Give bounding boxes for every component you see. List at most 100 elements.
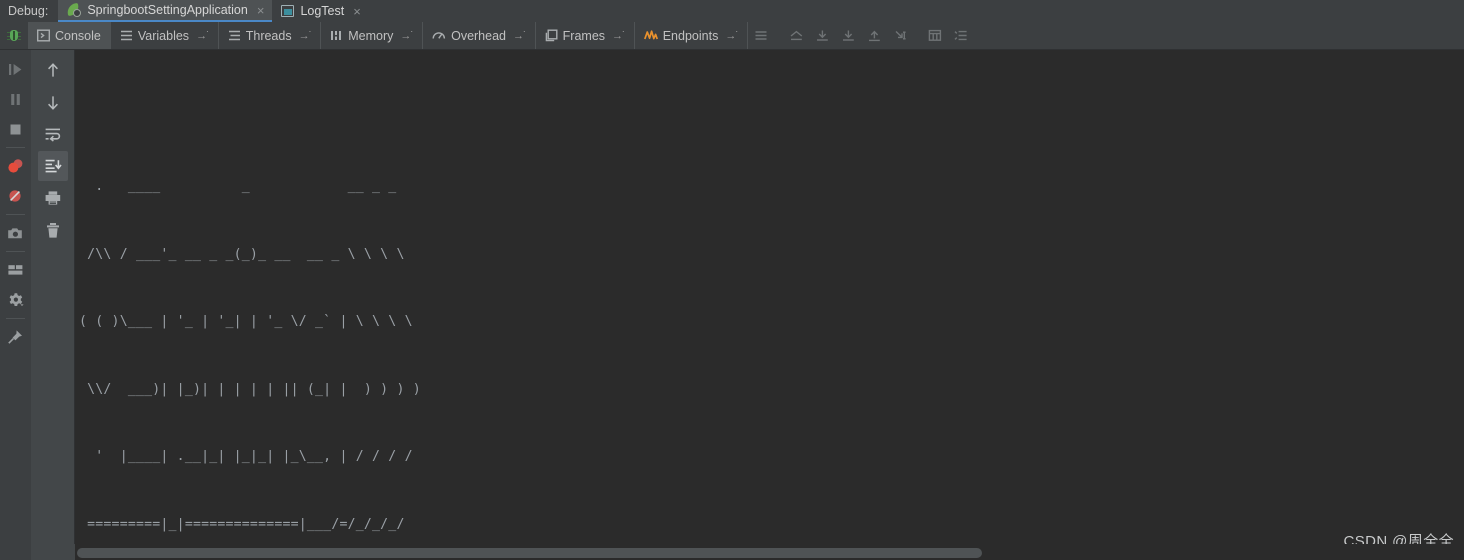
evaluate-expression-icon [928, 29, 942, 41]
pin-icon [8, 330, 22, 344]
run-to-cursor-icon [895, 30, 906, 40]
threads-icon [228, 30, 240, 41]
restore-layout-icon [8, 265, 23, 275]
tab-endpoints-label: Endpoints [662, 28, 719, 43]
frames-icon [545, 29, 558, 42]
run-tab-strip: Debug: SpringbootSettingApplication × Lo… [0, 0, 1464, 22]
step-out-icon [868, 30, 880, 42]
scroll-to-end-button[interactable] [37, 151, 68, 181]
idea-debug-window: Debug: SpringbootSettingApplication × Lo… [0, 0, 1464, 560]
evaluate-expression-button[interactable] [922, 22, 948, 50]
banner-line: ' |____| .__|_| |_|_| |_\__, | / / / / [79, 449, 413, 464]
toolbar-actions [748, 22, 974, 49]
resume-program-icon [9, 63, 22, 75]
endpoints-icon [643, 30, 658, 40]
layout-settings-icon [755, 31, 767, 40]
settings-gear-icon [9, 293, 24, 306]
tab-overhead[interactable]: Overhead →˙ [423, 22, 536, 49]
pin-arrow-icon[interactable]: →˙ [723, 30, 739, 42]
close-icon[interactable]: × [350, 5, 361, 18]
spring-leaf-icon [66, 2, 82, 17]
console-content: . ____ _ __ _ _ /\\ / ___'_ __ _ _(_)_ _… [75, 50, 1464, 544]
step-into-button[interactable] [835, 22, 861, 50]
debugger-icon [0, 22, 28, 49]
tab-memory-label: Memory [348, 28, 394, 43]
tab-threads-label: Threads [245, 28, 292, 43]
scroll-down-icon [47, 95, 58, 110]
tab-console[interactable]: Console [28, 22, 111, 49]
run-to-cursor-button[interactable] [887, 22, 913, 50]
step-over-button[interactable] [809, 22, 835, 50]
console-output-panel[interactable]: . ____ _ __ _ _ /\\ / ___'_ __ _ _(_)_ _… [75, 50, 1464, 544]
banner-line: ( ( )\___ | '_ | '_| | '_ \/ _` | \ \ \ … [79, 314, 413, 329]
scroll-up-button[interactable] [38, 55, 68, 85]
close-icon[interactable]: × [254, 4, 265, 17]
run-tab-logtest[interactable]: LogTest × [272, 0, 368, 22]
pin-arrow-icon[interactable]: →˙ [610, 30, 626, 42]
settings-button[interactable] [0, 285, 31, 315]
tab-memory[interactable]: Memory →˙ [321, 22, 424, 49]
pause-program-icon [11, 93, 20, 105]
watches-icon [954, 30, 967, 41]
debug-toolbar: Console Variables →˙ Threads →˙ Memory →… [0, 22, 1464, 50]
console-action-rail [31, 50, 75, 560]
tab-variables-label: Variables [137, 28, 190, 43]
print-icon [45, 191, 60, 205]
tab-threads[interactable]: Threads →˙ [219, 22, 322, 49]
tab-frames[interactable]: Frames →˙ [536, 22, 635, 49]
window-icon [281, 5, 295, 17]
run-tab-label: SpringbootSettingApplication [87, 3, 248, 17]
stop-program-icon [10, 124, 21, 134]
banner-line: \\/ ___)| |_)| | | | | || (_| | ) ) ) ) [79, 381, 421, 397]
pin-arrow-icon[interactable]: →˙ [194, 30, 210, 42]
show-execution-point-button[interactable] [783, 22, 809, 50]
step-over-icon [816, 30, 828, 41]
scrollbar-thumb[interactable] [77, 548, 982, 558]
debug-label: Debug: [8, 4, 49, 18]
screenshot-button[interactable] [0, 218, 31, 248]
overhead-icon [432, 32, 446, 39]
restore-layout-button[interactable] [0, 255, 31, 285]
tab-endpoints[interactable]: Endpoints →˙ [635, 22, 748, 49]
tab-frames-label: Frames [562, 28, 606, 43]
banner-line: =========|_|==============|___/=/_/_/_/ [79, 516, 405, 532]
tab-variables[interactable]: Variables →˙ [111, 22, 219, 49]
scroll-up-icon [47, 62, 58, 77]
banner-line: . ____ _ __ _ _ [79, 179, 397, 194]
watches-button[interactable] [948, 22, 974, 50]
clear-all-button[interactable] [38, 215, 68, 245]
pin-tab-button[interactable] [0, 322, 31, 352]
pin-arrow-icon[interactable]: →˙ [297, 30, 313, 42]
stop-program-button[interactable] [0, 114, 31, 144]
tab-console-label: Console [55, 28, 101, 43]
variables-icon [120, 30, 132, 41]
mute-breakpoints-icon [9, 190, 21, 202]
debug-action-rail [0, 50, 31, 560]
show-execution-point-icon [790, 30, 802, 41]
step-out-button[interactable] [861, 22, 887, 50]
pause-program-button[interactable] [0, 84, 31, 114]
soft-wrap-button[interactable] [38, 119, 68, 149]
trash-icon [46, 222, 59, 238]
bottom-left-filler [0, 544, 75, 560]
mute-breakpoints-button[interactable] [0, 181, 31, 211]
banner-line: /\\ / ___'_ __ _ _(_)_ __ __ _ \ \ \ \ [79, 246, 405, 262]
pin-arrow-icon[interactable]: →˙ [511, 30, 527, 42]
console-icon [37, 29, 50, 42]
resume-program-button[interactable] [0, 54, 31, 84]
step-into-icon [842, 30, 854, 41]
run-tab-springboot-setting-application[interactable]: SpringbootSettingApplication × [58, 0, 273, 22]
memory-icon [331, 31, 342, 40]
run-tab-label: LogTest [300, 4, 345, 18]
scroll-to-end-icon [45, 159, 62, 173]
console-horizontal-scrollbar[interactable] [75, 544, 1464, 560]
print-button[interactable] [38, 183, 68, 213]
scroll-down-button[interactable] [38, 87, 68, 117]
soft-wrap-icon [45, 128, 60, 142]
tab-overhead-label: Overhead [451, 28, 506, 43]
view-breakpoints-button[interactable] [0, 151, 31, 181]
layout-settings-button[interactable] [748, 22, 774, 50]
pin-arrow-icon[interactable]: →˙ [398, 30, 414, 42]
spring-boot-banner: . ____ _ __ _ _ /\\ / ___'_ __ _ _(_)_ _… [75, 131, 1464, 544]
view-breakpoints-icon [7, 159, 22, 173]
